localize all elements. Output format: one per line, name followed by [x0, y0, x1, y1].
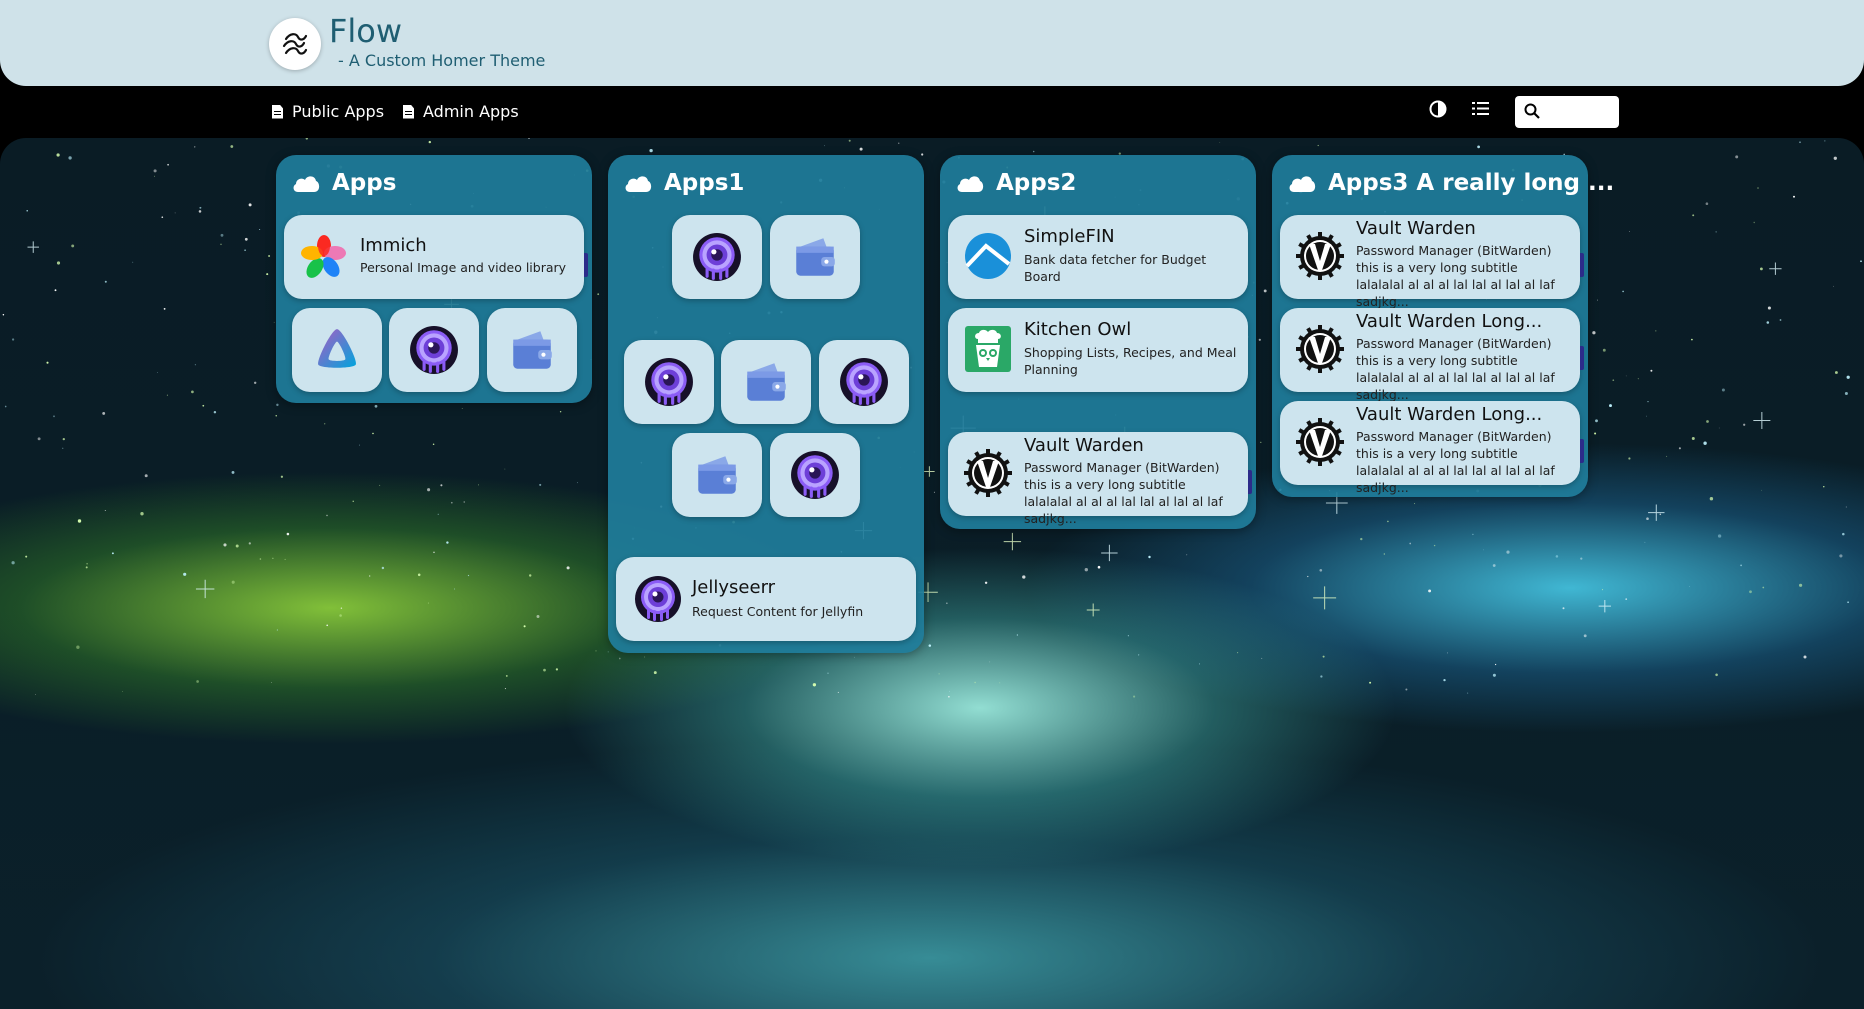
group-title-label: Apps1 [664, 170, 745, 196]
tile-wallet[interactable] [487, 308, 577, 392]
card-title: Jellyseerr [692, 577, 776, 598]
group-title-label: Apps3 A really long ... [1328, 170, 1615, 196]
list-view-icon[interactable] [1472, 101, 1489, 116]
service-card-vault-warden[interactable]: Vault Warden Password Manager (BitWarden… [948, 432, 1252, 526]
cloud-icon [292, 174, 320, 192]
wallet-icon [507, 325, 557, 375]
header: Flow - A Custom Homer Theme [0, 0, 1864, 86]
cloud-icon [956, 174, 984, 192]
card-subtitle: Bank data fetcher for Budget Board [1024, 252, 1207, 284]
card-subtitle-extra: this is a very long subtitle lalalalal a… [1356, 260, 1555, 309]
card-indicator [1580, 439, 1584, 463]
card-indicator [584, 253, 588, 277]
tile-jellyseerr[interactable] [819, 340, 909, 424]
service-card-jellyseerr[interactable]: Jellyseerr Request Content for Jellyfin [616, 557, 916, 641]
tile-jellyseerr[interactable] [624, 340, 714, 424]
vaultwarden-icon [964, 449, 1012, 497]
tile-jellyseerr[interactable] [672, 215, 762, 299]
card-title: Kitchen Owl [1024, 319, 1132, 340]
cloud-icon [624, 174, 652, 192]
card-subtitle-extra: this is a very long subtitle lalalalal a… [1356, 353, 1555, 402]
jellyseerr-icon [839, 357, 889, 407]
card-indicator [1248, 470, 1252, 494]
page-title: Flow [329, 12, 403, 50]
jellyseerr-icon [634, 575, 682, 623]
nav-link-label: Public Apps [292, 102, 385, 121]
card-subtitle-extra: this is a very long subtitle lalalalal a… [1356, 446, 1555, 495]
group-title: Apps1 [624, 170, 744, 196]
service-card-immich[interactable]: Immich Personal Image and video library [284, 215, 588, 299]
nav-link-public-apps[interactable]: Public Apps [272, 102, 384, 121]
group-title: Apps3 A really long ... [1288, 170, 1614, 196]
group-title: Apps [292, 170, 396, 196]
card-title: Vault Warden Long... [1356, 311, 1543, 332]
group-apps1: Apps1 Jellyseerr Request Content for Jel… [608, 155, 924, 653]
kitchenowl-icon [964, 325, 1012, 373]
immich-icon [300, 233, 348, 281]
card-title: SimpleFIN [1024, 226, 1115, 247]
simplefin-icon [964, 232, 1012, 280]
wallet-icon [790, 232, 840, 282]
card-title: Vault Warden [1356, 218, 1476, 239]
card-subtitle: Shopping Lists, Recipes, and Meal Planni… [1024, 345, 1237, 377]
service-card-vault-warden[interactable]: Vault Warden Password Manager (BitWarden… [1280, 215, 1584, 309]
service-card-vault-warden-long[interactable]: Vault Warden Long... Password Manager (B… [1280, 308, 1584, 402]
wallet-icon [741, 357, 791, 407]
jellyseerr-icon [692, 232, 742, 282]
card-subtitle: Password Manager (BitWarden) [1356, 336, 1552, 351]
jellyseerr-icon [644, 357, 694, 407]
card-indicator [1580, 253, 1584, 277]
tile-jellyfin[interactable] [292, 308, 382, 392]
nav-link-label: Admin Apps [423, 102, 519, 121]
file-icon [403, 104, 414, 119]
card-indicator [1580, 346, 1584, 370]
card-subtitle: Password Manager (BitWarden) [1356, 243, 1552, 258]
tile-jellyseerr[interactable] [389, 308, 479, 392]
group-apps3: Apps3 A really long ... Vault Warden Pas… [1272, 155, 1614, 497]
file-icon [272, 104, 283, 119]
card-subtitle: Personal Image and video library [360, 260, 567, 275]
group-title-label: Apps [332, 170, 397, 196]
card-subtitle: Password Manager (BitWarden) [1356, 429, 1552, 444]
vaultwarden-icon [1296, 325, 1344, 373]
vaultwarden-icon [1296, 232, 1344, 280]
card-subtitle: Request Content for Jellyfin [692, 604, 864, 619]
service-card-kitchen-owl[interactable]: Kitchen Owl Shopping Lists, Recipes, and… [948, 308, 1248, 392]
group-title: Apps2 [956, 170, 1076, 196]
group-title-label: Apps2 [996, 170, 1077, 196]
card-subtitle-extra: this is a very long subtitle lalalalal a… [1024, 477, 1223, 526]
cloud-icon [1288, 174, 1316, 192]
flow-logo-icon[interactable] [269, 18, 321, 70]
card-title: Immich [360, 235, 427, 256]
jellyseerr-icon [790, 450, 840, 500]
tile-wallet[interactable] [672, 433, 762, 517]
tile-wallet[interactable] [721, 340, 811, 424]
wallet-icon [692, 450, 742, 500]
group-apps: Apps Immich Personal Image and video lib… [276, 155, 592, 403]
tile-jellyseerr[interactable] [770, 433, 860, 517]
search-icon [1524, 103, 1540, 119]
service-card-vault-warden-long[interactable]: Vault Warden Long... Password Manager (B… [1280, 401, 1584, 495]
card-subtitle: Password Manager (BitWarden) [1024, 460, 1220, 475]
tile-wallet[interactable] [770, 215, 860, 299]
jellyfin-icon [312, 325, 362, 375]
group-apps2: Apps2 SimpleFIN Bank data fetcher for Bu… [940, 155, 1256, 529]
nav-link-admin-apps[interactable]: Admin Apps [403, 102, 519, 121]
card-title: Vault Warden Long... [1356, 404, 1543, 425]
service-card-simplefin[interactable]: SimpleFIN Bank data fetcher for Budget B… [948, 215, 1248, 299]
jellyseerr-icon [409, 325, 459, 375]
page-subtitle: - A Custom Homer Theme [338, 51, 546, 70]
contrast-icon[interactable] [1429, 100, 1447, 118]
vaultwarden-icon [1296, 418, 1344, 466]
card-title: Vault Warden [1024, 435, 1144, 456]
